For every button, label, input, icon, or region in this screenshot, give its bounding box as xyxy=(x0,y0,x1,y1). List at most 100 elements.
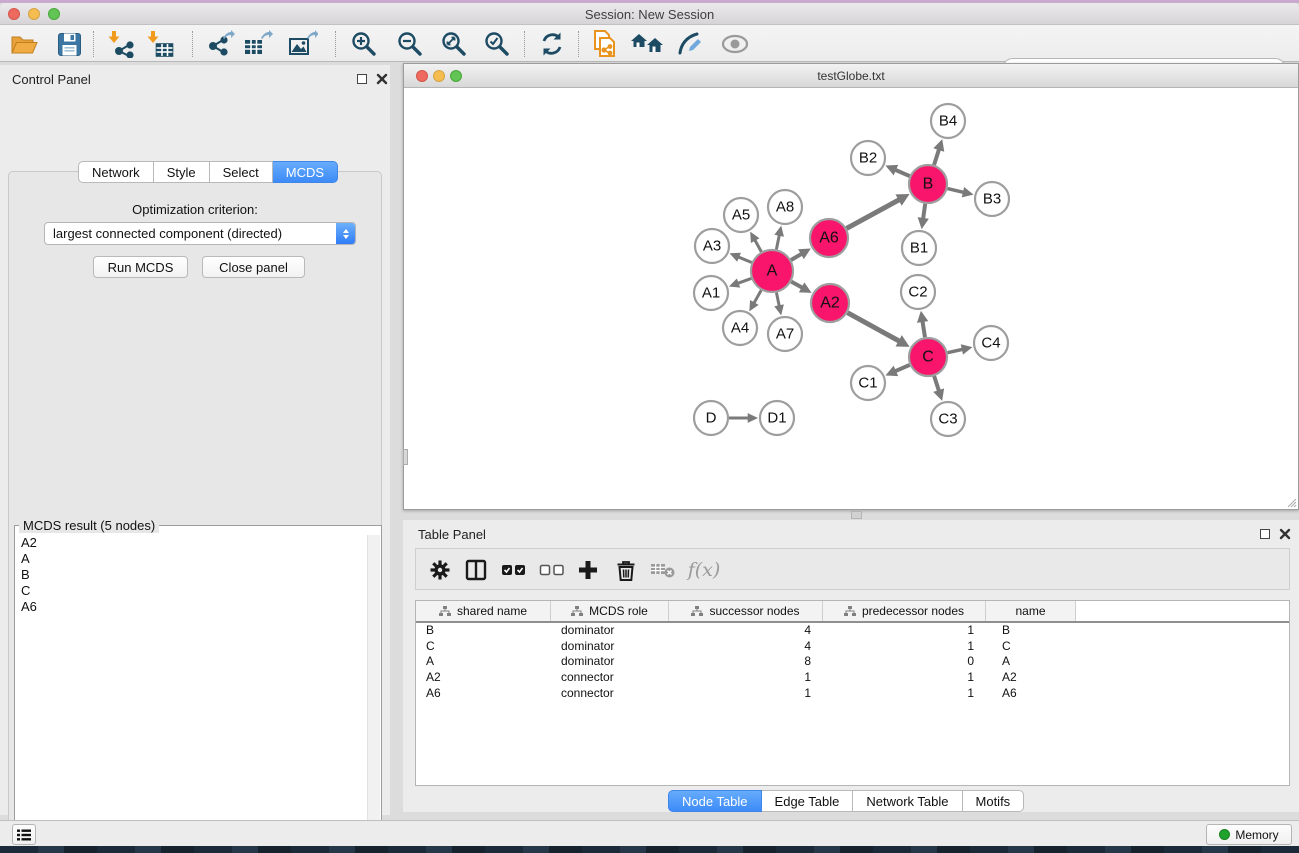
table-row[interactable]: Cdominator41C xyxy=(416,639,1289,655)
column-header-shared-name[interactable]: shared name xyxy=(416,601,551,621)
show-column-icon[interactable] xyxy=(460,554,492,586)
table-cell[interactable]: 4 xyxy=(669,623,823,639)
table-body: Bdominator41BCdominator41CAdominator80AA… xyxy=(416,623,1289,701)
column-header-label: name xyxy=(1015,604,1045,618)
result-item[interactable]: A xyxy=(16,551,366,567)
deselect-all-checkboxes-icon[interactable] xyxy=(536,554,568,586)
column-header-name[interactable]: name xyxy=(986,601,1076,621)
import-table-icon[interactable] xyxy=(143,28,177,60)
table-cell[interactable]: 1 xyxy=(669,686,823,702)
task-history-button[interactable] xyxy=(12,824,36,845)
tab-network[interactable]: Network xyxy=(78,161,154,183)
table-cell[interactable]: A2 xyxy=(416,670,551,686)
zoom-fit-icon[interactable] xyxy=(437,28,471,60)
table-cell[interactable]: A6 xyxy=(416,686,551,702)
tab-network-table[interactable]: Network Table xyxy=(853,790,962,812)
table-close-icon[interactable] xyxy=(1279,528,1291,540)
zoom-in-icon[interactable] xyxy=(347,28,381,60)
edge-A2-C[interactable] xyxy=(848,313,904,344)
panel-divider-thumb[interactable] xyxy=(403,449,408,465)
zoom-out-icon[interactable] xyxy=(393,28,427,60)
table-cell[interactable]: connector xyxy=(551,686,669,702)
tab-style[interactable]: Style xyxy=(154,161,210,183)
edge-A6-B[interactable] xyxy=(847,198,903,229)
table-row[interactable]: A6connector11A6 xyxy=(416,686,1289,702)
table-row[interactable]: Bdominator41B xyxy=(416,623,1289,639)
edge-arrowhead xyxy=(961,344,973,354)
result-scrollbar[interactable] xyxy=(367,535,380,853)
table-cell[interactable]: connector xyxy=(551,670,669,686)
tab-mcds[interactable]: MCDS xyxy=(273,161,338,183)
window-resize-grip[interactable] xyxy=(1285,496,1297,508)
close-panel-button[interactable]: Close panel xyxy=(202,256,305,278)
open-session-icon[interactable] xyxy=(7,28,41,60)
edge-arrowhead xyxy=(933,388,944,401)
table-cell[interactable]: 1 xyxy=(823,623,986,639)
import-network-icon[interactable] xyxy=(104,28,138,60)
table-row[interactable]: A2connector11A2 xyxy=(416,670,1289,686)
table-cell[interactable]: 0 xyxy=(823,654,986,670)
table-cell[interactable]: B xyxy=(986,623,1076,639)
table-cell[interactable]: A2 xyxy=(986,670,1076,686)
table-options-icon[interactable] xyxy=(424,554,456,586)
delete-columns-icon[interactable] xyxy=(610,554,642,586)
result-item[interactable]: C xyxy=(16,583,366,599)
tab-node-table[interactable]: Node Table xyxy=(668,790,762,812)
criterion-dropdown[interactable]: largest connected component (directed) xyxy=(44,222,356,245)
table-cell[interactable]: dominator xyxy=(551,639,669,655)
column-header-successor-nodes[interactable]: successor nodes xyxy=(669,601,823,621)
tab-edge-table[interactable]: Edge Table xyxy=(762,790,854,812)
mcds-result-title: MCDS result (5 nodes) xyxy=(19,518,159,533)
table-cell[interactable]: B xyxy=(416,623,551,639)
table-cell[interactable]: 1 xyxy=(669,670,823,686)
clone-network-icon[interactable] xyxy=(588,28,622,60)
export-table-icon[interactable] xyxy=(241,28,275,60)
zoom-selected-icon[interactable] xyxy=(480,28,514,60)
function-builder-icon[interactable]: f(x) xyxy=(688,554,720,586)
export-image-icon[interactable] xyxy=(286,28,320,60)
hide-annotations-icon[interactable] xyxy=(672,28,706,60)
column-header-MCDS-role[interactable]: MCDS role xyxy=(551,601,669,621)
refresh-layout-icon[interactable] xyxy=(535,28,569,60)
table-tabs: Node TableEdge TableNetwork TableMotifs xyxy=(668,790,1024,812)
column-header-label: predecessor nodes xyxy=(862,604,964,618)
edge-arrowhead xyxy=(729,278,740,287)
table-cell[interactable]: dominator xyxy=(551,654,669,670)
table-cell[interactable]: 4 xyxy=(669,639,823,655)
table-cell[interactable]: C xyxy=(986,639,1076,655)
result-item[interactable]: A2 xyxy=(16,535,366,551)
table-cell[interactable]: 1 xyxy=(823,639,986,655)
split-pane-handle[interactable] xyxy=(851,511,862,519)
table-float-icon[interactable] xyxy=(1260,529,1270,539)
run-mcds-button[interactable]: Run MCDS xyxy=(93,256,188,278)
table-cell[interactable]: A xyxy=(986,654,1076,670)
graph-node-label: C xyxy=(922,349,934,366)
save-session-icon[interactable] xyxy=(52,28,86,60)
graph-node-label: A3 xyxy=(703,238,721,255)
delete-table-icon[interactable] xyxy=(647,554,679,586)
network-canvas[interactable]: AA1A2A3A4A5A6A7A8BB1B2B3B4CC1C2C3C4DD1 xyxy=(404,89,1298,509)
add-column-icon[interactable] xyxy=(572,554,604,586)
graph-node-label: A7 xyxy=(776,326,794,343)
export-network-icon[interactable] xyxy=(204,28,238,60)
table-cell[interactable]: dominator xyxy=(551,623,669,639)
table-cell[interactable]: 1 xyxy=(823,686,986,702)
table-cell[interactable]: 8 xyxy=(669,654,823,670)
float-panel-icon[interactable] xyxy=(357,74,367,84)
memory-button[interactable]: Memory xyxy=(1206,824,1292,845)
table-cell[interactable]: 1 xyxy=(823,670,986,686)
graph-node-label: A5 xyxy=(732,207,750,224)
result-item[interactable]: B xyxy=(16,567,366,583)
cyndex-home-icon[interactable] xyxy=(630,28,664,60)
show-graphics-details-icon[interactable] xyxy=(718,28,752,60)
select-all-checkboxes-icon[interactable] xyxy=(498,554,530,586)
result-item[interactable]: A6 xyxy=(16,599,366,615)
table-cell[interactable]: C xyxy=(416,639,551,655)
table-cell[interactable]: A xyxy=(416,654,551,670)
close-panel-icon[interactable] xyxy=(376,73,388,85)
tab-motifs[interactable]: Motifs xyxy=(963,790,1025,812)
tab-select[interactable]: Select xyxy=(210,161,273,183)
table-row[interactable]: Adominator80A xyxy=(416,654,1289,670)
table-cell[interactable]: A6 xyxy=(986,686,1076,702)
column-header-predecessor-nodes[interactable]: predecessor nodes xyxy=(823,601,986,621)
